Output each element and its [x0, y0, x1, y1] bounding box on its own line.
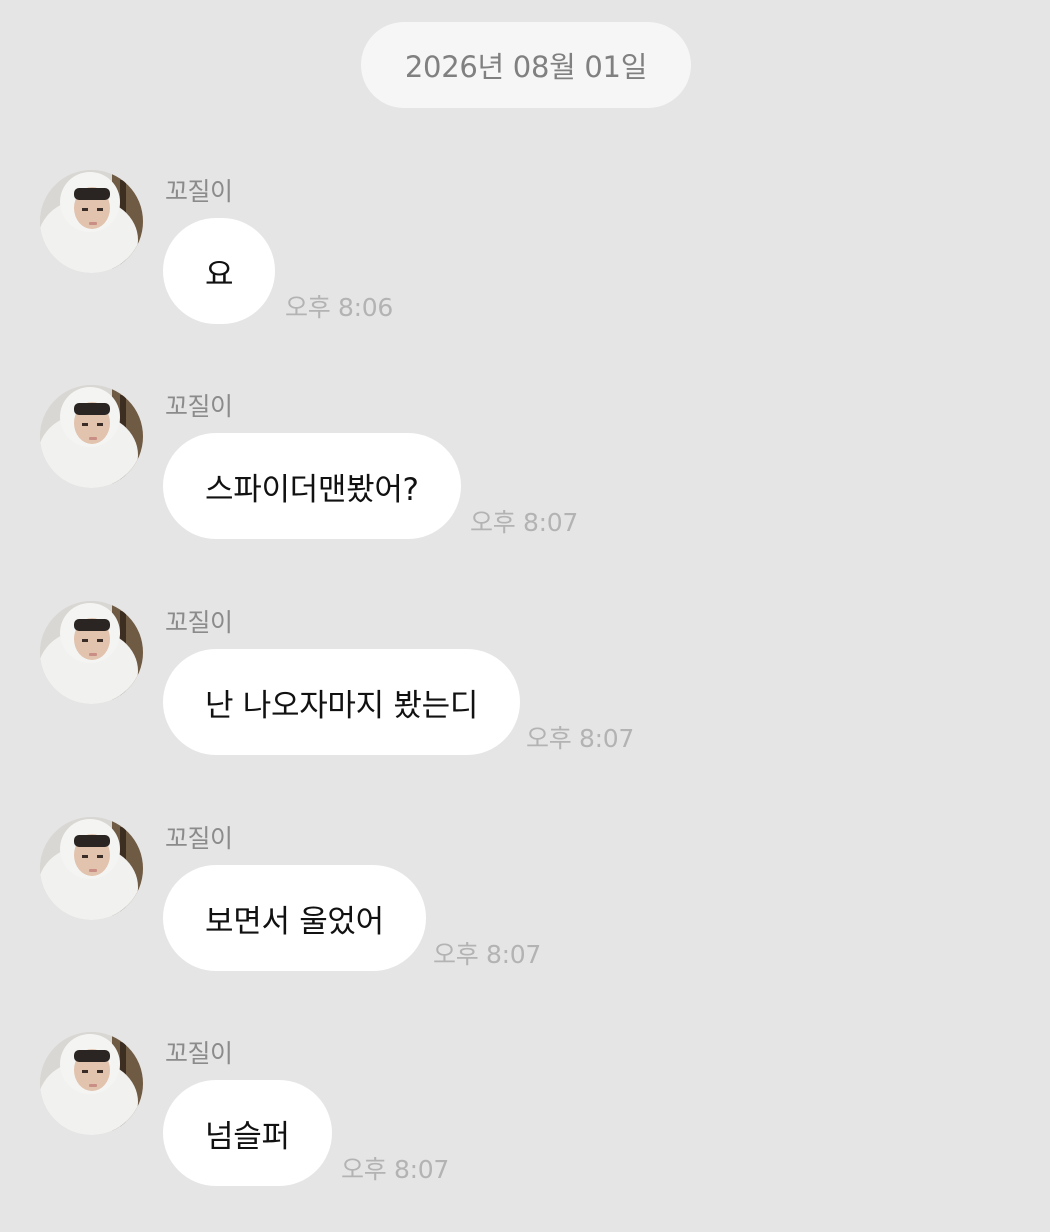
message-time: 오후 8:07: [433, 940, 541, 969]
message-time: 오후 8:07: [341, 1155, 449, 1184]
message-row: 꼬질이 스파이더맨봤어? 오후 8:07: [0, 385, 1050, 585]
message-row: 꼬질이 넘슬퍼 오후 8:07: [0, 1032, 1050, 1232]
message-time: 오후 8:06: [285, 293, 393, 322]
message-bubble[interactable]: 보면서 울었어: [163, 865, 426, 971]
sender-name: 꼬질이: [165, 177, 233, 206]
sender-name: 꼬질이: [165, 392, 233, 421]
message-bubble[interactable]: 난 나오자마지 봤는디: [163, 649, 521, 755]
avatar[interactable]: [40, 817, 143, 920]
profile-photo-icon: [40, 1032, 143, 1135]
profile-photo-icon: [40, 170, 143, 273]
avatar[interactable]: [40, 170, 143, 273]
message-row: 꼬질이 요 오후 8:06: [0, 170, 1050, 370]
avatar[interactable]: [40, 385, 143, 488]
profile-photo-icon: [40, 385, 143, 488]
sender-name: 꼬질이: [165, 608, 233, 637]
avatar[interactable]: [40, 601, 143, 704]
message-bubble[interactable]: 넘슬퍼: [163, 1080, 332, 1186]
date-divider: 2026년 08월 01일: [361, 22, 691, 108]
message-time: 오후 8:07: [526, 724, 634, 753]
message-row: 꼬질이 난 나오자마지 봤는디 오후 8:07: [0, 601, 1050, 801]
profile-photo-icon: [40, 601, 143, 704]
message-bubble[interactable]: 스파이더맨봤어?: [163, 433, 461, 539]
avatar[interactable]: [40, 1032, 143, 1135]
message-time: 오후 8:07: [470, 508, 578, 537]
sender-name: 꼬질이: [165, 1039, 233, 1068]
profile-photo-icon: [40, 817, 143, 920]
sender-name: 꼬질이: [165, 824, 233, 853]
message-bubble[interactable]: 요: [163, 218, 276, 324]
message-row: 꼬질이 보면서 울었어 오후 8:07: [0, 817, 1050, 1017]
